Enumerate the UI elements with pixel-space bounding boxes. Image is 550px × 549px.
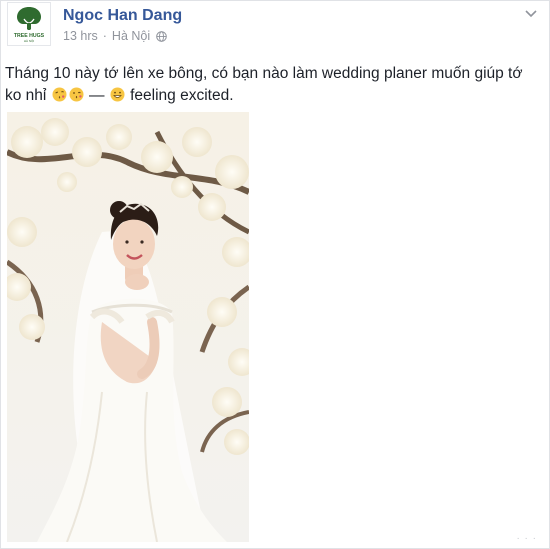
meta-separator: · [102,29,107,43]
grinning-face-emoji-icon [110,87,125,102]
post-meta: 13 hrs · Hà Nội [63,29,167,43]
post-text: Tháng 10 này tớ lên xe bông, có bạn nào … [5,63,541,107]
location-link[interactable]: Hà Nội [112,29,150,43]
tree-hugs-logo: TREE HUGS HÀ NỘI [8,3,50,45]
author-name-link[interactable]: Ngoc Han Dang [63,7,182,25]
kissing-face-emoji-icon [52,87,67,102]
feeling-text: feeling excited. [130,87,234,104]
corner-mark: · · · [516,533,537,544]
timestamp-link[interactable]: 13 hrs [63,29,98,43]
chevron-down-icon[interactable] [523,7,539,19]
avatar[interactable]: TREE HUGS HÀ NỘI [7,2,51,46]
logo-subtext: HÀ NỘI [24,38,35,43]
facebook-post: TREE HUGS HÀ NỘI Ngoc Han Dang 13 hrs · … [0,0,550,549]
bride-in-white-wedding-dress-photo[interactable] [7,112,249,542]
dash-separator: — [89,87,105,104]
kissing-face-emoji-icon [69,87,84,102]
globe-icon[interactable] [156,30,167,42]
